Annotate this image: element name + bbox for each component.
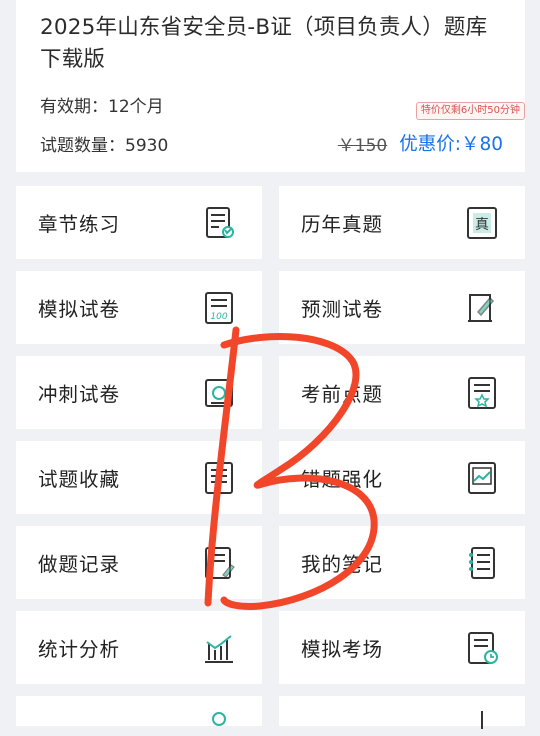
menu-item-label: 章节练习 (38, 213, 121, 236)
chapter-practice-icon (200, 204, 238, 242)
sprint-paper-icon (200, 374, 238, 412)
menu-item-label: 我的笔记 (301, 553, 384, 576)
menu-item-label: 预测试卷 (301, 298, 384, 321)
menu-item-mock-paper[interactable]: 模拟试卷 100 (16, 271, 262, 344)
menu-item-history[interactable]: 做题记录 (16, 526, 262, 599)
notes-icon (463, 544, 501, 582)
product-card: 2025年山东省安全员-B证（项目负责人）题库下载版 有效期：12个月 特价仅剩… (16, 0, 525, 172)
menu-item-wrong-questions[interactable]: 错题强化 (279, 441, 525, 514)
menu-item-past-exams[interactable]: 历年真题 真 (279, 186, 525, 259)
menu-item-sprint-paper[interactable]: 冲刺试卷 (16, 356, 262, 429)
menu-item-partial[interactable] (16, 696, 262, 726)
key-points-icon (463, 374, 501, 412)
menu-item-predict-paper[interactable]: 预测试卷 (279, 271, 525, 344)
predict-paper-icon (463, 289, 501, 327)
past-exams-icon: 真 (463, 204, 501, 242)
menu-item-exam-room[interactable]: 模拟考场 (279, 611, 525, 684)
discount-price[interactable]: 优惠价:￥80 (399, 130, 503, 156)
menu-item-label: 统计分析 (38, 638, 121, 661)
menu-item-label: 冲刺试卷 (38, 383, 121, 406)
menu-item-label: 模拟考场 (301, 638, 384, 661)
svg-text:真: 真 (475, 217, 489, 233)
countdown-badge: 特价仅剩6小时50分钟 (415, 102, 525, 120)
history-icon (200, 544, 238, 582)
menu-item-favorites[interactable]: 试题收藏 (16, 441, 262, 514)
statistics-icon (200, 629, 238, 667)
partial-icon (200, 698, 238, 736)
mock-paper-icon: 100 (200, 289, 238, 327)
menu-item-label: 模拟试卷 (38, 298, 121, 321)
partial-icon (463, 698, 501, 736)
original-price: ￥150 (337, 135, 388, 156)
menu-item-label: 考前点题 (301, 383, 384, 406)
menu-item-statistics[interactable]: 统计分析 (16, 611, 262, 684)
menu-item-label: 做题记录 (38, 553, 121, 576)
exam-room-icon (463, 629, 501, 667)
menu-item-partial[interactable] (279, 696, 525, 729)
menu-item-key-points[interactable]: 考前点题 (279, 356, 525, 429)
menu-item-notes[interactable]: 我的笔记 (279, 526, 525, 599)
favorites-icon (200, 459, 238, 497)
question-count: 试题数量：5930 (40, 135, 169, 156)
menu-item-chapter-practice[interactable]: 章节练习 (16, 186, 262, 259)
menu-item-label: 试题收藏 (38, 468, 121, 491)
menu-item-label: 历年真题 (301, 213, 384, 236)
svg-text:100: 100 (210, 312, 227, 322)
page-title: 2025年山东省安全员-B证（项目负责人）题库下载版 (40, 15, 488, 72)
price-row: 试题数量：5930 ￥150 优惠价:￥80 (40, 130, 503, 156)
menu-item-label: 错题强化 (301, 468, 384, 491)
wrong-questions-icon (463, 459, 501, 497)
